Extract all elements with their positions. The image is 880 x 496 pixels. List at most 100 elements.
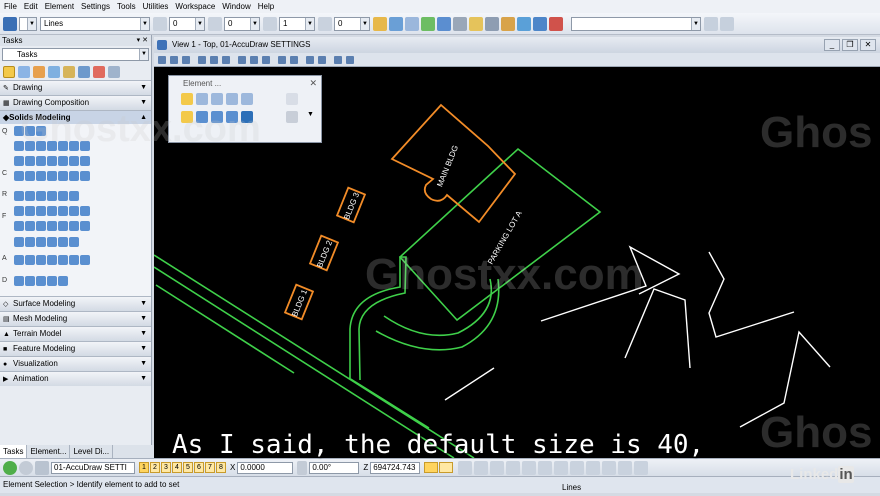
tool-icon[interactable] [36, 206, 46, 216]
analyze-icon[interactable] [33, 65, 45, 78]
zoom-in-icon[interactable] [458, 460, 473, 475]
display-style-icon[interactable] [634, 460, 649, 475]
menu-tools[interactable]: Tools [117, 2, 136, 11]
view-button-3[interactable]: 3 [161, 462, 171, 473]
clear-selection-icon[interactable] [286, 93, 298, 105]
tool-icon[interactable] [25, 221, 35, 231]
tool-settings-icon[interactable] [485, 16, 499, 31]
tool-icon[interactable] [14, 156, 24, 166]
tool-icon[interactable] [36, 255, 46, 265]
menu-element[interactable]: Element [45, 2, 74, 11]
tool-icon[interactable] [58, 221, 68, 231]
tool-icon[interactable] [36, 191, 46, 201]
z-field[interactable]: 694724.743 [370, 461, 421, 474]
view-button-8[interactable]: 8 [216, 462, 226, 473]
tool-icon[interactable] [80, 171, 90, 181]
tool-icon[interactable] [80, 221, 90, 231]
element-selection-icon[interactable] [3, 65, 15, 78]
pointer-icon[interactable] [35, 460, 49, 475]
tool-icon[interactable] [58, 171, 68, 181]
tool-icon[interactable] [36, 171, 46, 181]
menu-settings[interactable]: Settings [81, 2, 110, 11]
close-button[interactable]: ✕ [860, 39, 876, 51]
tool-icon[interactable] [58, 156, 68, 166]
shape-select-icon[interactable] [211, 93, 223, 105]
tool-icon[interactable] [69, 206, 79, 216]
key-in-icon[interactable] [501, 16, 515, 31]
tool-icon[interactable] [47, 221, 57, 231]
style-combo[interactable]: Lines ▼ [40, 16, 150, 31]
tool-icon[interactable] [14, 191, 24, 201]
rectangle-select-icon[interactable] [196, 93, 208, 105]
tool-icon[interactable] [58, 237, 68, 247]
tool-icon[interactable] [58, 255, 68, 265]
tool-icon[interactable] [47, 171, 57, 181]
view-button-5[interactable]: 5 [183, 462, 193, 473]
menu-help[interactable]: Help [258, 2, 274, 11]
tool-icon[interactable] [25, 156, 35, 166]
rotate-view-icon[interactable] [506, 460, 521, 475]
x-field[interactable]: 0.0000 [237, 461, 294, 474]
tool-icon[interactable] [25, 237, 35, 247]
tool-icon[interactable] [69, 221, 79, 231]
tool-icon[interactable] [14, 255, 24, 265]
menu-edit[interactable]: Edit [24, 2, 38, 11]
delete-element-icon[interactable] [93, 65, 105, 78]
tool-icon[interactable] [14, 206, 24, 216]
level-manager-icon[interactable] [3, 16, 17, 31]
section-animation[interactable]: ▶ Animation ▼ [0, 371, 151, 386]
close-icon[interactable]: ✕ [309, 76, 317, 91]
angle-field[interactable]: 0.00° [309, 461, 360, 474]
tool-icon[interactable] [69, 237, 79, 247]
section-terrain-model[interactable]: ▲ Terrain Model ▼ [0, 326, 151, 341]
options-icon[interactable] [720, 16, 734, 31]
menu-workspace[interactable]: Workspace [175, 2, 215, 11]
menu-window[interactable]: Window [222, 2, 250, 11]
saved-views-icon[interactable] [469, 16, 483, 31]
forward-icon[interactable] [19, 460, 33, 475]
tool-icon[interactable] [25, 191, 35, 201]
view-next-icon[interactable] [586, 460, 601, 475]
measure-icon[interactable] [18, 65, 30, 78]
section-drawing[interactable]: ✎ Drawing ▼ [0, 80, 151, 95]
lock-icon[interactable] [424, 462, 439, 473]
tool-icon[interactable] [47, 255, 57, 265]
tool-icon[interactable] [69, 191, 79, 201]
restore-button[interactable]: ❐ [842, 39, 858, 51]
tool-icon[interactable] [25, 171, 35, 181]
tool-icon[interactable] [69, 171, 79, 181]
element-info-icon[interactable] [373, 16, 387, 31]
circle-select-icon[interactable] [226, 93, 238, 105]
tool-icon[interactable] [47, 237, 57, 247]
tool-icon[interactable] [36, 221, 46, 231]
raster-icon[interactable] [453, 16, 467, 31]
section-mesh-modeling[interactable]: ▤ Mesh Modeling ▼ [0, 311, 151, 326]
match-icon[interactable] [63, 65, 75, 78]
tool-icon[interactable] [36, 276, 46, 286]
tab-level-display[interactable]: Level Di... [70, 445, 114, 458]
tool-icon[interactable] [25, 255, 35, 265]
model-selector[interactable]: 01-AccuDraw SETTI [51, 461, 135, 474]
tool-icon[interactable] [80, 206, 90, 216]
tool-icon[interactable] [14, 221, 24, 231]
view-attributes-icon[interactable] [618, 460, 633, 475]
line-select-icon[interactable] [241, 93, 253, 105]
tab-tasks[interactable]: Tasks [0, 445, 28, 458]
transparency-combo[interactable]: 0 ▼ [334, 16, 370, 31]
view-button-1[interactable]: 1 [139, 462, 149, 473]
change-attributes-icon[interactable] [48, 65, 60, 78]
tool-icon[interactable] [80, 156, 90, 166]
tool-icon[interactable] [47, 191, 57, 201]
tool-icon[interactable] [58, 206, 68, 216]
menu-utilities[interactable]: Utilities [143, 2, 169, 11]
transparency-icon[interactable] [318, 16, 332, 31]
tool-icon[interactable] [36, 237, 46, 247]
weight-combo[interactable]: 0 ▼ [224, 16, 260, 31]
tool-icon[interactable] [14, 237, 24, 247]
color-combo[interactable]: 0 ▼ [169, 16, 205, 31]
section-feature-modeling[interactable]: ■ Feature Modeling ▼ [0, 341, 151, 356]
section-visualization[interactable]: ● Visualization ▼ [0, 356, 151, 371]
tool-icon[interactable] [25, 276, 35, 286]
priority-combo[interactable]: 1 ▼ [279, 16, 315, 31]
quick-access-icon[interactable] [704, 16, 718, 31]
